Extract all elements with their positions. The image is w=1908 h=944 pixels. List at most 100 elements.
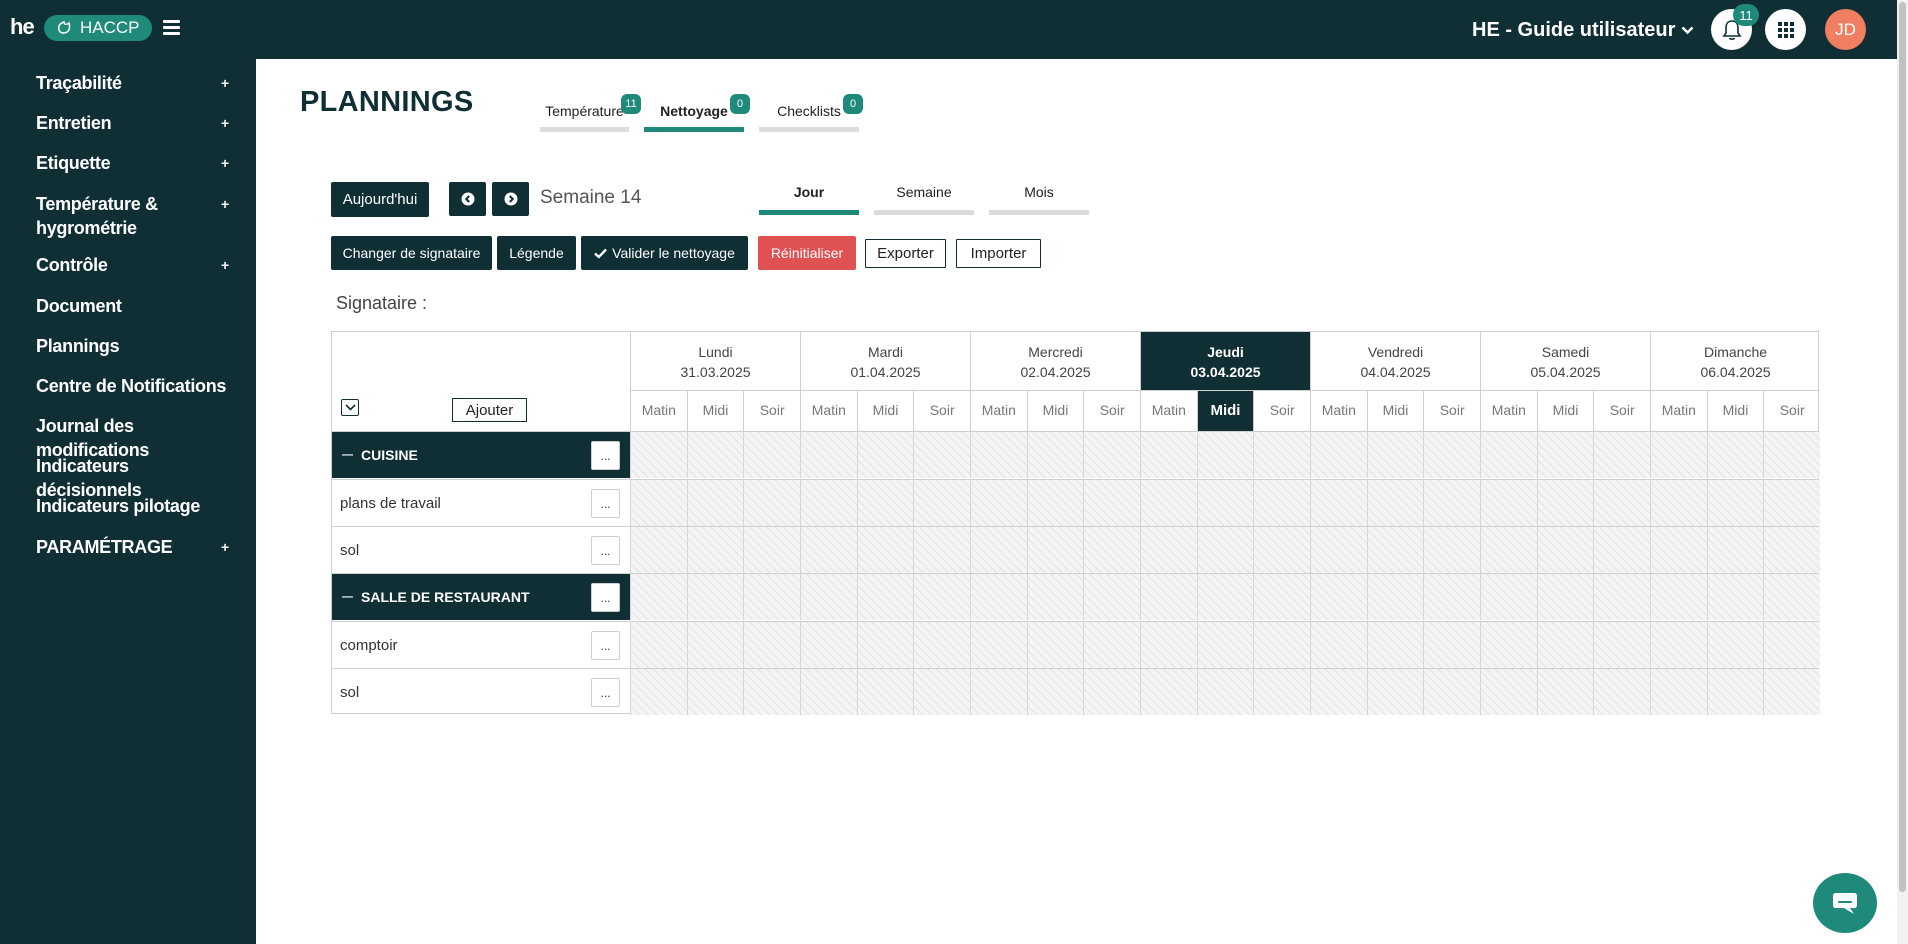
planning-cell[interactable] xyxy=(913,622,970,668)
sidebar-item[interactable]: PARAMÉTRAGE xyxy=(36,535,236,559)
planning-cell[interactable] xyxy=(1253,622,1310,668)
scroll-thumb[interactable] xyxy=(1899,2,1906,892)
today-button[interactable]: Aujourd'hui xyxy=(331,182,429,217)
planning-cell[interactable] xyxy=(1196,432,1254,478)
planning-cell[interactable] xyxy=(1083,669,1140,715)
planning-cell[interactable] xyxy=(1593,527,1650,573)
expand-plus-icon[interactable]: + xyxy=(221,155,229,171)
planning-cell[interactable] xyxy=(800,669,857,715)
planning-cell[interactable] xyxy=(1593,622,1650,668)
planning-cell[interactable] xyxy=(1706,527,1764,573)
planning-cell[interactable] xyxy=(1536,527,1594,573)
expand-plus-icon[interactable]: + xyxy=(221,196,229,212)
planning-cell[interactable] xyxy=(1480,622,1537,668)
slot-header[interactable]: Matin xyxy=(1480,390,1537,431)
sidebar-item[interactable]: Centre de Notifications xyxy=(36,374,236,398)
planning-cell[interactable] xyxy=(970,527,1027,573)
apps-button[interactable] xyxy=(1765,9,1806,50)
slot-header[interactable]: Matin xyxy=(1310,390,1367,431)
slot-header[interactable]: Soir xyxy=(1083,390,1140,431)
planning-cell[interactable] xyxy=(630,432,687,478)
planning-cell[interactable] xyxy=(1650,480,1707,526)
planning-cell[interactable] xyxy=(1083,432,1140,478)
planning-cell[interactable] xyxy=(1196,527,1254,573)
planning-cell[interactable] xyxy=(743,622,800,668)
planning-cell[interactable] xyxy=(1763,432,1820,478)
planning-cell[interactable] xyxy=(1593,669,1650,715)
sidebar-item[interactable]: Indicateurs pilotage xyxy=(36,494,236,518)
slot-header[interactable]: Matin xyxy=(970,390,1027,431)
planning-cell[interactable] xyxy=(686,480,744,526)
collapse-minus-icon[interactable]: — xyxy=(342,591,353,603)
planning-cell[interactable] xyxy=(1026,527,1084,573)
planning-cell[interactable] xyxy=(1366,480,1424,526)
planning-cell[interactable] xyxy=(1480,669,1537,715)
reset-button[interactable]: Réinitialiser xyxy=(758,236,856,270)
slot-header[interactable]: Matin xyxy=(800,390,857,431)
planning-cell[interactable] xyxy=(913,432,970,478)
planning-cell[interactable] xyxy=(1083,574,1140,620)
planning-cell[interactable] xyxy=(1253,669,1310,715)
row-menu-button[interactable]: ... xyxy=(591,631,620,660)
planning-cell[interactable] xyxy=(1366,669,1424,715)
planning-cell[interactable] xyxy=(1480,432,1537,478)
sidebar-item[interactable]: Plannings xyxy=(36,334,236,358)
collapse-minus-icon[interactable]: — xyxy=(342,449,353,461)
planning-cell[interactable] xyxy=(1536,622,1594,668)
slot-header[interactable]: Soir xyxy=(1423,390,1480,431)
planning-cell[interactable] xyxy=(630,527,687,573)
view-tab-mois[interactable]: Mois xyxy=(989,184,1089,215)
planning-cell[interactable] xyxy=(1763,527,1820,573)
planning-cell[interactable] xyxy=(1763,480,1820,526)
planning-cell[interactable] xyxy=(970,574,1027,620)
expand-plus-icon[interactable]: + xyxy=(221,115,229,131)
planning-cell[interactable] xyxy=(1253,527,1310,573)
planning-cell[interactable] xyxy=(913,669,970,715)
planning-cell[interactable] xyxy=(743,574,800,620)
row-menu-button[interactable]: ... xyxy=(591,536,620,565)
planning-cell[interactable] xyxy=(743,480,800,526)
group-header[interactable]: — CUISINE xyxy=(332,432,630,478)
planning-cell[interactable] xyxy=(970,669,1027,715)
planning-cell[interactable] xyxy=(1650,622,1707,668)
app-pill[interactable]: HACCP xyxy=(44,15,152,41)
sidebar-item[interactable]: Température & hygrométrie xyxy=(36,192,236,240)
planning-cell[interactable] xyxy=(743,527,800,573)
planning-cell[interactable] xyxy=(1253,480,1310,526)
planning-cell[interactable] xyxy=(1763,574,1820,620)
expand-plus-icon[interactable]: + xyxy=(221,539,229,555)
planning-cell[interactable] xyxy=(1253,432,1310,478)
planning-cell[interactable] xyxy=(1196,574,1254,620)
expand-plus-icon[interactable]: + xyxy=(221,257,229,273)
slot-header[interactable]: Midi xyxy=(686,390,744,431)
planning-cell[interactable] xyxy=(1310,527,1367,573)
planning-cell[interactable] xyxy=(630,669,687,715)
planning-cell[interactable] xyxy=(800,622,857,668)
planning-cell[interactable] xyxy=(856,480,914,526)
planning-cell[interactable] xyxy=(1706,669,1764,715)
planning-cell[interactable] xyxy=(800,527,857,573)
view-tab-semaine[interactable]: Semaine xyxy=(874,184,974,215)
row-menu-button[interactable]: ... xyxy=(591,489,620,518)
planning-cell[interactable] xyxy=(1480,527,1537,573)
planning-cell[interactable] xyxy=(856,527,914,573)
slot-header[interactable]: Soir xyxy=(913,390,970,431)
account-selector[interactable]: HE - Guide utilisateur xyxy=(1472,19,1694,42)
sidebar-item[interactable]: Entretien xyxy=(36,111,236,135)
planning-cell[interactable] xyxy=(800,574,857,620)
chat-button[interactable] xyxy=(1813,873,1877,933)
page-scrollbar[interactable] xyxy=(1897,0,1908,944)
planning-cell[interactable] xyxy=(913,527,970,573)
next-week-button[interactable] xyxy=(492,182,529,216)
brand-logo[interactable]: he xyxy=(10,14,35,40)
planning-cell[interactable] xyxy=(1763,669,1820,715)
planning-cell[interactable] xyxy=(1310,574,1367,620)
planning-cell[interactable] xyxy=(1083,480,1140,526)
collapse-all-button[interactable] xyxy=(341,399,359,416)
slot-header[interactable]: Matin xyxy=(1140,390,1197,431)
planning-cell[interactable] xyxy=(1366,432,1424,478)
tab-nettoyage[interactable]: Nettoyage xyxy=(644,101,744,132)
planning-cell[interactable] xyxy=(1480,480,1537,526)
slot-header[interactable]: Soir xyxy=(743,390,800,431)
planning-cell[interactable] xyxy=(1706,480,1764,526)
